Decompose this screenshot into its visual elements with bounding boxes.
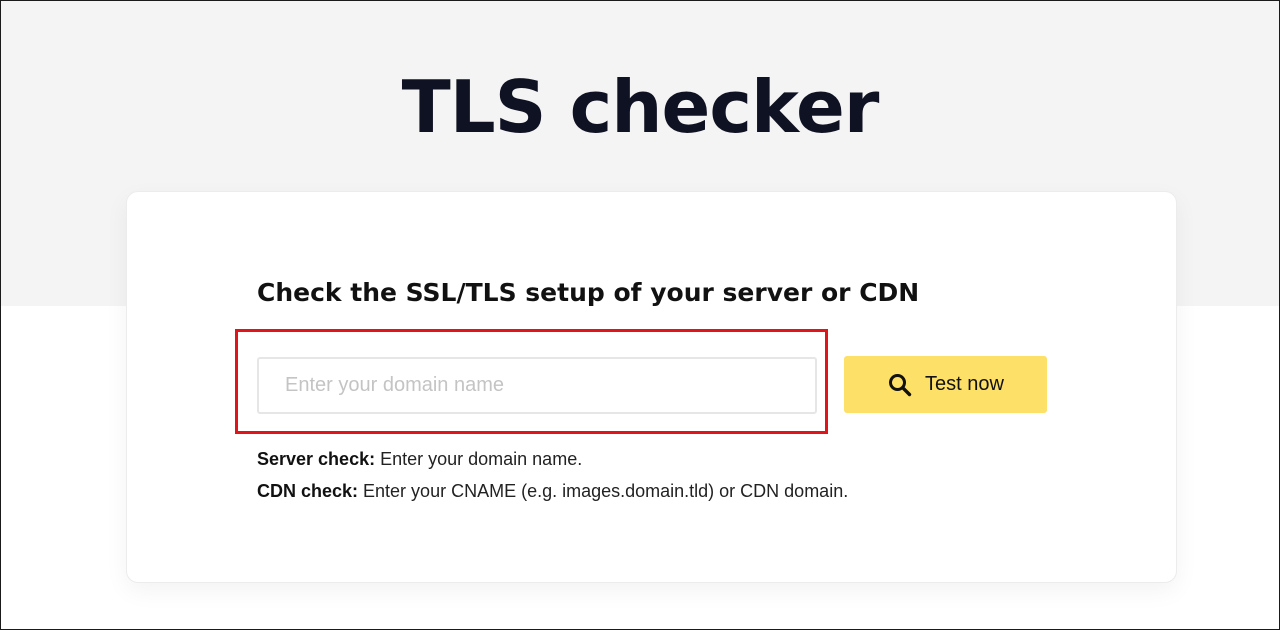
cdn-check-text: Enter your CNAME (e.g. images.domain.tld… [358, 481, 849, 501]
server-check-hint: Server check: Enter your domain name. [257, 447, 582, 471]
card-heading: Check the SSL/TLS setup of your server o… [257, 278, 920, 307]
test-now-button[interactable]: Test now [844, 356, 1047, 413]
checker-card: Check the SSL/TLS setup of your server o… [126, 191, 1177, 583]
server-check-text: Enter your domain name. [375, 449, 583, 469]
page-title: TLS checker [401, 65, 880, 149]
page-frame: TLS checker Check the SSL/TLS setup of y… [0, 0, 1280, 630]
domain-input[interactable] [257, 357, 817, 414]
test-now-label: Test now [925, 373, 1004, 395]
server-check-label: Server check: [257, 449, 376, 469]
cdn-check-label: CDN check: [257, 481, 359, 501]
search-icon [887, 372, 913, 398]
cdn-check-hint: CDN check: Enter your CNAME (e.g. images… [257, 479, 848, 503]
